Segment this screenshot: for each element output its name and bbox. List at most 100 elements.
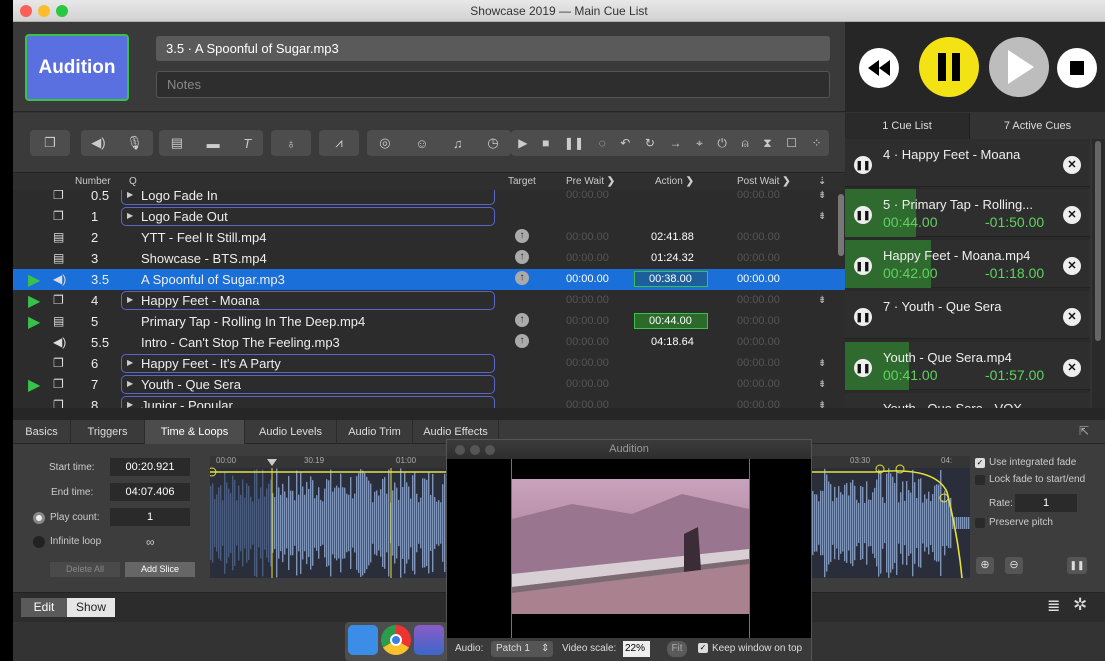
pre-wait[interactable]: 00:00.00 [566, 252, 609, 264]
action-time[interactable]: 00:38.00 [634, 271, 708, 287]
add-slice-button[interactable]: Add Slice [125, 562, 195, 577]
col-target[interactable]: Target [508, 176, 536, 187]
music-cue-icon[interactable]: ♫ [453, 136, 463, 151]
memo-cue-icon[interactable]: ☐ [786, 136, 797, 150]
tab-cue-list[interactable]: 1 Cue List [845, 113, 970, 139]
disclosure-triangle-icon[interactable]: ▶ [127, 358, 133, 367]
active-cue-item[interactable]: ❚❚ Happy Feet - Moana.mp4 00:42.00 -01:18.0… [845, 240, 1090, 288]
active-cue-item[interactable]: ❚❚ 7 · Youth - Que Sera ✕ [845, 291, 1090, 339]
pre-wait[interactable]: 00:00.00 [566, 399, 609, 408]
chrome-icon[interactable] [381, 625, 411, 655]
devamp-cue-icon[interactable]: ↻ [645, 136, 655, 150]
disclosure-triangle-icon[interactable]: ▶ [127, 295, 133, 304]
fit-button[interactable]: Fit [667, 641, 687, 657]
light-cue-button[interactable]: ♁ [271, 130, 311, 156]
zoom-window-button[interactable] [56, 5, 68, 17]
cue-row[interactable]: ▶ ❐ 7 ▶ Youth - Que Sera 00:00.00 00:00.00 ⇟ [13, 374, 845, 395]
auto-continue-icon[interactable]: ⇟ [818, 358, 826, 369]
integrated-fade-checkbox[interactable]: ✓ [975, 458, 985, 468]
target-arrow-icon[interactable]: ↑ [515, 313, 529, 327]
target-arrow-icon[interactable]: ↑ [515, 334, 529, 348]
zoom-in-icon[interactable]: ⊕ [976, 557, 994, 574]
keep-on-top-checkbox[interactable]: ✓ [698, 643, 708, 653]
load-cue-icon[interactable]: ◌ [599, 136, 606, 150]
audio-patch-select[interactable]: Patch 1 ⇕ [491, 641, 553, 657]
cue-row[interactable]: ❐ 0.5 ▶ Logo Fade In 00:00.00 00:00.00 ⇟ [13, 190, 845, 206]
pre-wait[interactable]: 00:00.00 [566, 190, 609, 201]
pre-wait[interactable]: 00:00.00 [566, 294, 609, 306]
post-wait[interactable]: 00:00.00 [737, 315, 780, 327]
cue-row[interactable]: ▶ ▤ 5 Primary Tap - Rolling In The Deep.mp4… [13, 311, 845, 332]
pre-wait[interactable]: 00:00.00 [566, 315, 609, 327]
finder-icon[interactable] [348, 625, 378, 655]
gear-icon[interactable]: ✲ [1073, 595, 1087, 615]
pre-wait[interactable]: 00:00.00 [566, 336, 609, 348]
inspector-tab[interactable]: Triggers [71, 420, 145, 444]
inspector-tab[interactable]: Audio Levels [245, 420, 337, 444]
target-cue-icon[interactable]: ⌖ [696, 136, 703, 151]
network-cue-icon[interactable]: ◎ [379, 135, 390, 151]
tab-active-cues[interactable]: 7 Active Cues [970, 113, 1105, 139]
col-action[interactable]: Action ❯ [655, 176, 694, 187]
edit-mode-button[interactable]: Edit [21, 598, 67, 617]
reset-cue-icon[interactable]: ↶ [620, 136, 630, 150]
inspector-tab[interactable]: Audio Trim [337, 420, 413, 444]
wait-cue-icon[interactable]: ⧗ [763, 136, 771, 151]
pause-cue-button[interactable]: ❚❚ [854, 308, 872, 326]
preserve-pitch-checkbox[interactable] [975, 518, 985, 528]
cue-row[interactable]: ❐ 1 ▶ Logo Fade Out ⇟ [13, 206, 845, 227]
stop-cue-button[interactable]: ✕ [1063, 308, 1081, 326]
auto-continue-icon[interactable]: ⇟ [818, 295, 826, 306]
inspector-tab[interactable]: Basics [13, 420, 71, 444]
midi-cue-icon[interactable]: ☺ [415, 136, 428, 151]
post-wait[interactable]: 00:00.00 [737, 336, 780, 348]
disclosure-triangle-icon[interactable]: ▶ [127, 211, 133, 220]
pause-cue-button[interactable]: ❚❚ [854, 156, 872, 174]
cue-row[interactable]: ▶ ❐ 4 ▶ Happy Feet - Moana 00:00.00 00:00.00 ⇟ [13, 290, 845, 311]
minimize-video-window-button[interactable] [470, 445, 480, 455]
rewind-button[interactable] [859, 48, 899, 88]
video-cue-icon[interactable]: ▤ [171, 135, 183, 151]
cue-row[interactable]: ◀) 5.5 Intro - Can't Stop The Feeling.mp3 ↑… [13, 332, 845, 353]
stop-cue-button[interactable]: ✕ [1063, 206, 1081, 224]
minimize-window-button[interactable] [38, 5, 50, 17]
action-time[interactable]: 04:18.64 [651, 336, 694, 348]
infinite-loop-radio[interactable] [33, 536, 45, 548]
disclosure-triangle-icon[interactable]: ▶ [127, 190, 133, 199]
pause-cue-button[interactable]: ❚❚ [854, 257, 872, 275]
delete-all-button[interactable]: Delete All [50, 562, 120, 577]
disclosure-triangle-icon[interactable]: ▶ [127, 400, 133, 408]
rate-field[interactable]: 1 [1015, 494, 1077, 512]
preview-pause-icon[interactable]: ❚❚ [1067, 557, 1087, 574]
close-window-button[interactable] [20, 5, 32, 17]
cue-name-field[interactable]: 3.5 · A Spoonful of Sugar.mp3 [156, 36, 830, 61]
fade-cue-button[interactable]: ⩘ [319, 130, 359, 156]
end-time-field[interactable]: 04:07.406 [110, 483, 190, 501]
mic-cue-icon[interactable]: 🎙 [126, 135, 143, 151]
action-time[interactable]: 02:41.88 [651, 231, 694, 243]
active-cue-item[interactable]: ❚❚ Youth - Que Sera.mp4 00:41.00 -01:57.00 ✕ [845, 342, 1090, 390]
play-count-radio[interactable] [33, 512, 45, 524]
active-cues-scrollbar[interactable] [1092, 139, 1105, 409]
goto-cue-icon[interactable]: → [670, 136, 682, 150]
cue-row[interactable]: ▤ 2 YTT - Feel It Still.mp4 ↑ 00:00.00 02:41.… [13, 227, 845, 248]
auto-continue-icon[interactable]: ⇟ [818, 400, 826, 408]
show-mode-button[interactable]: Show [67, 598, 115, 617]
pre-wait[interactable]: 00:00.00 [566, 357, 609, 369]
action-time[interactable]: 00:44.00 [634, 313, 708, 329]
target-arrow-icon[interactable]: ↑ [515, 229, 529, 243]
stop-cue-button[interactable]: ✕ [1063, 359, 1081, 377]
auto-continue-icon[interactable]: ⇟ [818, 211, 826, 222]
pause-cue-button[interactable]: ❚❚ [854, 359, 872, 377]
target-arrow-icon[interactable]: ↑ [515, 271, 529, 285]
close-video-window-button[interactable] [455, 445, 465, 455]
active-cue-item[interactable]: ❚❚ 4 · Happy Feet - Moana ✕ [845, 139, 1090, 187]
text-cue-icon[interactable]: T [243, 136, 251, 151]
pre-wait[interactable]: 00:00.00 [566, 231, 609, 243]
split-divider[interactable] [13, 408, 1105, 420]
script-cue-icon[interactable]: ⁘ [812, 136, 822, 150]
arm-cue-icon[interactable]: ⏻ [717, 136, 727, 151]
stop-cue-button[interactable]: ✕ [1063, 257, 1081, 275]
start-time-field[interactable]: 00:20.921 [110, 458, 190, 476]
col-q[interactable]: Q [129, 176, 137, 187]
